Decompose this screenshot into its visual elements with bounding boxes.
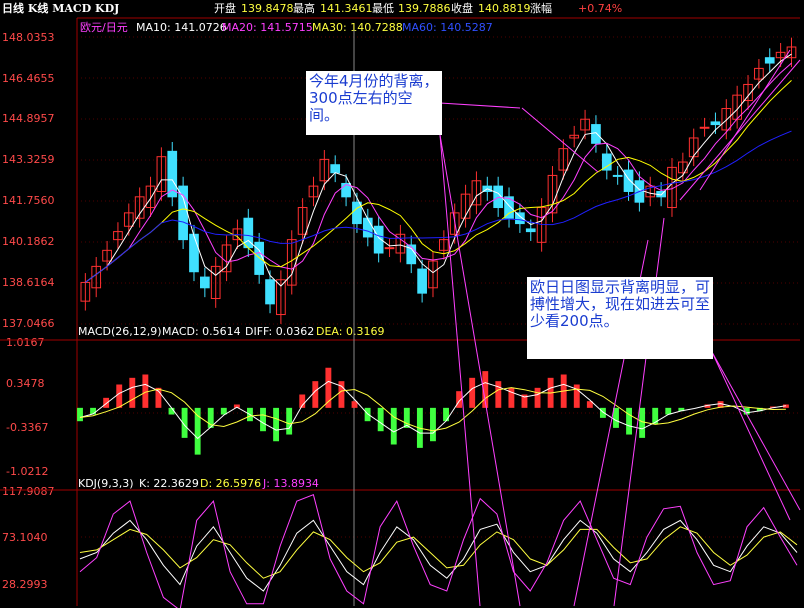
candle-body xyxy=(417,268,427,294)
candle-body xyxy=(200,276,210,289)
candle-body xyxy=(362,217,373,238)
divergence-line xyxy=(439,134,481,607)
candle-body xyxy=(764,57,775,64)
candle-body xyxy=(189,233,199,273)
candle-body xyxy=(525,228,536,233)
annotation-note-2: 欧日日图显示背离明显，可搏性增大，现在如进去可至少看200点。 xyxy=(527,277,713,359)
candle-body xyxy=(623,169,634,192)
divergence-line xyxy=(711,351,801,511)
annotation-note-1: 今年4月份的背离，300点左右的空间。 xyxy=(306,71,442,135)
candle-body xyxy=(710,121,721,126)
divergence-line xyxy=(711,351,791,521)
divergence-line xyxy=(699,49,791,191)
candle-body xyxy=(612,174,623,177)
candle-body xyxy=(699,126,710,129)
candle-body xyxy=(330,164,341,174)
divergence-line xyxy=(521,107,599,173)
candle-body xyxy=(352,201,362,225)
divergence-line xyxy=(679,59,801,201)
j-line xyxy=(79,494,798,608)
candle-body xyxy=(601,153,612,171)
candle-body xyxy=(591,124,601,144)
chart-window: 日线 K线 MACD KDJ 开盘 139.8478 最高 141.3461 最… xyxy=(0,0,804,608)
candle-body xyxy=(384,247,395,250)
candle-body xyxy=(265,279,275,305)
divergence-line xyxy=(439,102,521,109)
